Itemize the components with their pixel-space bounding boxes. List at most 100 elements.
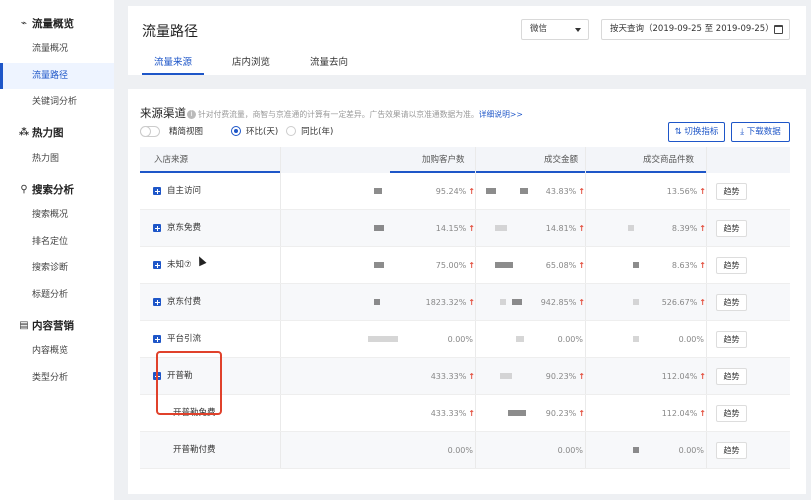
sidebar-item-traffic-overview[interactable]: 流量概况 [0, 36, 114, 63]
pct-value: 1823.32% [425, 298, 467, 307]
cart-customers-change: 14.15% ↑ [395, 210, 475, 247]
deal-items-change: 8.39% ↑ [626, 210, 706, 247]
expand-plus-icon[interactable] [153, 261, 161, 269]
page-header: 流量路径 微信 按天查询（2019-09-25 至 2019-09-25） 流量… [128, 6, 806, 75]
up-arrow-icon: ↑ [578, 409, 585, 418]
table-row: 平台引流 0.00% 0.00% 0.00% 趋势 [140, 321, 790, 358]
expand-plus-icon[interactable] [153, 187, 161, 195]
trend-button[interactable]: 趋势 [716, 257, 747, 274]
column-divider [585, 284, 586, 320]
up-arrow-icon: ↑ [468, 224, 475, 233]
pct-value: 90.23% [545, 409, 577, 418]
deal-items-change: 112.04% ↑ [626, 358, 706, 395]
tab-in-store-browse[interactable]: 店内浏览 [220, 54, 282, 75]
sidebar-section-search[interactable]: ⚲ 搜索分析 [0, 176, 114, 202]
column-divider [280, 247, 281, 283]
cart-customers-change: 433.33% ↑ [395, 395, 475, 432]
sidebar-item-title-analysis[interactable]: 标题分析 [0, 282, 114, 309]
radio-ring-label: 环比(天) [246, 127, 279, 137]
expand-plus-icon[interactable] [153, 224, 161, 232]
sidebar-item-rank-position[interactable]: 排名定位 [0, 229, 114, 256]
pct-value: 0.00% [447, 446, 473, 455]
highlight-box [156, 351, 222, 415]
search-icon: ⚲ [20, 183, 28, 195]
trend-button[interactable]: 趋势 [716, 220, 747, 237]
col-header-cart-customers[interactable]: 加购客户数 [422, 147, 465, 173]
table-row: 开普勒免费 433.33% ↑ 90.23% ↑ 112.04% ↑ 趋势 [140, 395, 790, 432]
sidebar-section-content[interactable]: ▤ 内容营销 [0, 312, 114, 338]
column-divider [706, 173, 707, 209]
col-header-deal-amount[interactable]: 成交金额 [544, 147, 578, 173]
column-divider [475, 432, 476, 468]
column-divider [706, 210, 707, 246]
col-header-deal-items[interactable]: 成交商品件数 [643, 147, 694, 173]
up-arrow-icon: ↑ [468, 298, 475, 307]
column-divider [280, 210, 281, 246]
pct-value: 433.33% [430, 409, 467, 418]
deal-amount-change: 90.23% ↑ [505, 358, 585, 395]
column-divider [585, 395, 586, 431]
date-range-picker[interactable]: 按天查询（2019-09-25 至 2019-09-25） [601, 19, 790, 40]
sidebar-section-label: 流量概览 [32, 17, 74, 30]
pct-value: 43.83% [545, 187, 577, 196]
channel-select[interactable]: 微信 [521, 19, 589, 40]
up-arrow-icon: ↑ [578, 298, 585, 307]
deal-items-change: 0.00% [626, 321, 706, 358]
row-source-label: 京东付费 [167, 297, 202, 307]
table-row: 京东付费 1823.32% ↑ 942.85% ↑ 526.67% ↑ 趋势 [140, 284, 790, 321]
column-divider [585, 210, 586, 246]
sidebar-item-search-diagnosis[interactable]: 搜索诊断 [0, 255, 114, 282]
cart-customers-change: 0.00% [395, 321, 475, 358]
column-divider [585, 247, 586, 283]
up-arrow-icon: ↑ [699, 372, 706, 381]
deal-amount-change: 65.08% ↑ [505, 247, 585, 284]
deal-items-change: 0.00% [626, 432, 706, 469]
up-arrow-icon: ↑ [468, 372, 475, 381]
up-arrow-icon: ↑ [578, 224, 585, 233]
deal-items-change: 526.67% ↑ [626, 284, 706, 321]
col-header-source: 入店来源 [154, 155, 189, 165]
radio-yoy[interactable] [286, 126, 297, 136]
tab-traffic-source[interactable]: 流量来源 [142, 54, 205, 75]
column-divider [585, 358, 586, 394]
trend-button[interactable]: 趋势 [716, 368, 747, 385]
column-divider [475, 173, 476, 209]
download-data-button[interactable]: ⤓ 下载数据 [731, 122, 790, 142]
calendar-icon [774, 25, 783, 34]
info-icon[interactable]: i [187, 110, 196, 119]
sidebar-item-type-analysis[interactable]: 类型分析 [0, 365, 114, 392]
sidebar-section-heatmap[interactable]: ⁂ 热力图 [0, 120, 114, 146]
expand-plus-icon[interactable] [153, 298, 161, 306]
deal-amount-change: 14.81% ↑ [505, 210, 585, 247]
sidebar-section-label: 内容营销 [32, 319, 74, 332]
trend-button[interactable]: 趋势 [716, 183, 747, 200]
radio-ring-ratio[interactable] [231, 126, 242, 136]
sidebar-section-traffic[interactable]: ⌁ 流量概览 [0, 10, 114, 36]
deal-amount-change: 43.83% ↑ [505, 173, 585, 210]
trend-button[interactable]: 趋势 [716, 294, 747, 311]
pulse-icon: ⌁ [20, 17, 28, 29]
pct-value: 65.08% [545, 261, 577, 270]
compact-view-toggle[interactable] [140, 125, 160, 137]
sidebar-item-content-overview[interactable]: 内容概览 [0, 338, 114, 365]
redacted-value [368, 336, 398, 342]
redacted-value [374, 188, 382, 194]
switch-metrics-button[interactable]: ⇅ 切换指标 [668, 122, 725, 142]
table-body: 自主访问 95.24% ↑ 43.83% ↑ 13.56% ↑ 趋势 京东免费 14.15% ↑ 14… [140, 173, 790, 469]
sidebar-item-traffic-path[interactable]: 流量路径 [0, 62, 114, 89]
details-link[interactable]: 详细说明>> [479, 110, 523, 119]
deal-amount-change: 90.23% ↑ [505, 395, 585, 432]
expand-plus-icon[interactable] [153, 335, 161, 343]
trend-button[interactable]: 趋势 [716, 405, 747, 422]
sidebar-item-heatmap[interactable]: 热力图 [0, 146, 114, 173]
heatmap-icon: ⁂ [18, 127, 30, 138]
table-header: 入店来源 加购客户数 成交金额 成交商品件数 [140, 147, 790, 173]
trend-button[interactable]: 趋势 [716, 442, 747, 459]
trend-button[interactable]: 趋势 [716, 331, 747, 348]
pct-value: 90.23% [545, 372, 577, 381]
column-divider [706, 321, 707, 357]
sidebar-item-keyword-analysis[interactable]: 关键词分析 [0, 89, 114, 116]
sidebar-item-search-overview[interactable]: 搜索概况 [0, 202, 114, 229]
row-source-label: 京东免费 [167, 223, 202, 233]
tab-traffic-destination[interactable]: 流量去向 [298, 54, 360, 75]
